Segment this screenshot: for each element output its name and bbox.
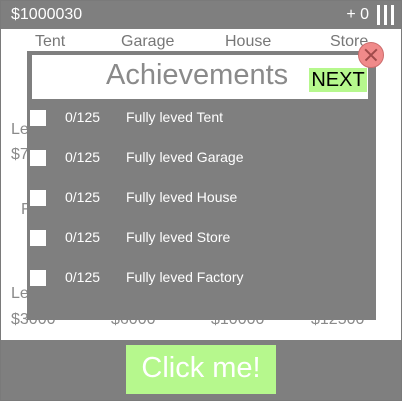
- tab-garage[interactable]: Garage: [121, 33, 174, 51]
- tab-house[interactable]: House: [225, 33, 271, 51]
- achievement-row: 0/125 Fully leved House: [30, 187, 370, 209]
- achievement-count: 0/125: [65, 229, 101, 245]
- close-icon[interactable]: [358, 42, 384, 68]
- achievement-row: 0/125 Fully leved Factory: [30, 267, 370, 289]
- achievement-checkbox: [30, 190, 46, 206]
- achievement-checkbox: [30, 110, 46, 126]
- click-me-button[interactable]: Click me!: [126, 345, 276, 394]
- next-button[interactable]: NEXT: [309, 68, 367, 92]
- achievement-checkbox: [30, 230, 46, 246]
- tab-tent[interactable]: Tent: [35, 33, 65, 51]
- menu-icon[interactable]: [377, 5, 395, 25]
- achievement-row: 0/125 Fully leved Tent: [30, 107, 370, 129]
- achievement-label: Fully leved Factory: [126, 269, 244, 285]
- achievement-label: Fully leved Store: [126, 229, 231, 245]
- achievement-label: Fully leved Tent: [126, 109, 224, 125]
- achievements-modal: Achievements NEXT 0/125 Fully leved Tent…: [27, 51, 376, 320]
- achievement-label: Fully leved House: [126, 189, 238, 205]
- income-display: + 0: [346, 6, 369, 23]
- achievement-count: 0/125: [65, 269, 101, 285]
- achievement-checkbox: [30, 150, 46, 166]
- modal-title: Achievements: [106, 59, 289, 91]
- achievement-count: 0/125: [65, 189, 101, 205]
- achievement-row: 0/125 Fully leved Store: [30, 227, 370, 249]
- money-display: $1000030: [11, 6, 83, 23]
- achievement-label: Fully leved Garage: [126, 149, 244, 165]
- achievement-count: 0/125: [65, 109, 101, 125]
- achievement-row: 0/125 Fully leved Garage: [30, 147, 370, 169]
- achievement-count: 0/125: [65, 149, 101, 165]
- modal-header: Achievements NEXT: [32, 55, 368, 99]
- achievement-checkbox: [30, 270, 46, 286]
- top-bar: $1000030 + 0: [1, 1, 401, 29]
